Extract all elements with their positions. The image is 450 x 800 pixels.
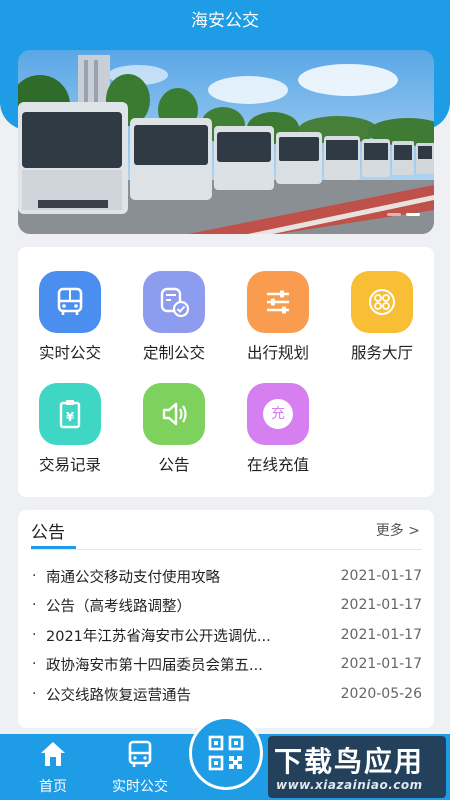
tab-home[interactable]: 首页: [20, 734, 86, 800]
bullet: ·: [32, 627, 37, 643]
announcement-date: 2021-01-17: [340, 656, 422, 672]
announcement-item[interactable]: · 公交线路恢复运营通告 2020-05-26: [32, 681, 422, 707]
carousel-indicators: [387, 213, 420, 216]
announcement-item[interactable]: · 南通公交移动支付使用攻略 2021-01-17: [32, 563, 422, 589]
tab-label: 首页: [39, 779, 67, 795]
announcement-title: 公告（高考线路调整）: [46, 598, 191, 615]
sliders-icon: [247, 271, 309, 333]
service-transactions[interactable]: ¥ 交易记录: [18, 359, 122, 474]
qr-scan-button[interactable]: [189, 716, 263, 790]
watermark-text: 下载鸟应用: [274, 745, 425, 778]
transaction-icon: ¥: [39, 383, 101, 445]
bus-icon: [39, 271, 101, 333]
service-announcement[interactable]: 公告: [122, 359, 226, 474]
svg-text:¥: ¥: [66, 410, 75, 424]
announcement-title: 2021年江苏省海安市公开选调优...: [46, 628, 271, 645]
banner-carousel[interactable]: [18, 50, 434, 234]
service-hall-icon: [351, 271, 413, 333]
service-label: 在线充值: [246, 456, 309, 474]
more-link[interactable]: 更多 >: [376, 520, 420, 540]
announcement-panel: 公告 更多 > · 南通公交移动支付使用攻略 2021-01-17 · 公告（高…: [18, 510, 434, 728]
service-hall[interactable]: 服务大厅: [330, 247, 434, 362]
qr-code-icon: [208, 735, 244, 771]
recharge-badge: 充: [263, 399, 293, 429]
recharge-icon: 充: [247, 383, 309, 445]
carousel-dot-active[interactable]: [406, 213, 420, 216]
home-icon: [41, 742, 65, 766]
service-custom-bus[interactable]: 定制公交: [122, 247, 226, 362]
service-realtime-bus[interactable]: 实时公交: [18, 247, 122, 362]
divider: [30, 549, 422, 550]
service-label: 公告: [158, 456, 190, 474]
bullet: ·: [32, 568, 37, 584]
announcement-date: 2021-01-17: [340, 627, 422, 643]
announcement-title: 公交线路恢复运营通告: [46, 687, 191, 704]
announcement-date: 2021-01-17: [340, 568, 422, 584]
announcement-title: 政协海安市第十四届委员会第五...: [46, 657, 263, 674]
announcement-item[interactable]: · 政协海安市第十四届委员会第五... 2021-01-17: [32, 651, 422, 677]
app-title: 海安公交: [191, 11, 259, 31]
watermark-logo: 下载鸟应用 www.xiazainiao.com: [268, 736, 446, 798]
service-recharge[interactable]: 充 在线充值: [226, 359, 330, 474]
custom-bus-icon: [143, 271, 205, 333]
tab-label: 实时公交: [112, 779, 168, 795]
service-trip-planning[interactable]: 出行规划: [226, 247, 330, 362]
bullet: ·: [32, 686, 37, 702]
bullet: ·: [32, 656, 37, 672]
service-grid: 实时公交 定制公交 出行规划 服务大厅 ¥ 交易记录 公告 充 在线充值: [18, 247, 434, 497]
announcement-date: 2020-05-26: [340, 686, 422, 702]
tab-realtime-bus[interactable]: 实时公交: [100, 734, 180, 800]
announcement-item[interactable]: · 公告（高考线路调整） 2021-01-17: [32, 592, 422, 618]
service-label: 交易记录: [38, 456, 101, 474]
announcement-item[interactable]: · 2021年江苏省海安市公开选调优... 2021-01-17: [32, 622, 422, 648]
announcement-heading: 公告: [31, 523, 65, 543]
service-label: 服务大厅: [350, 344, 413, 362]
speaker-icon: [143, 383, 205, 445]
bus-icon: [128, 740, 152, 767]
bullet: ·: [32, 597, 37, 613]
announcement-title: 南通公交移动支付使用攻略: [46, 569, 220, 586]
announcement-date: 2021-01-17: [340, 597, 422, 613]
bus-fleet-photo: [18, 50, 434, 234]
carousel-dot[interactable]: [387, 213, 401, 216]
watermark-url: www.xiazainiao.com: [276, 778, 423, 792]
heading-underline: [31, 546, 76, 549]
